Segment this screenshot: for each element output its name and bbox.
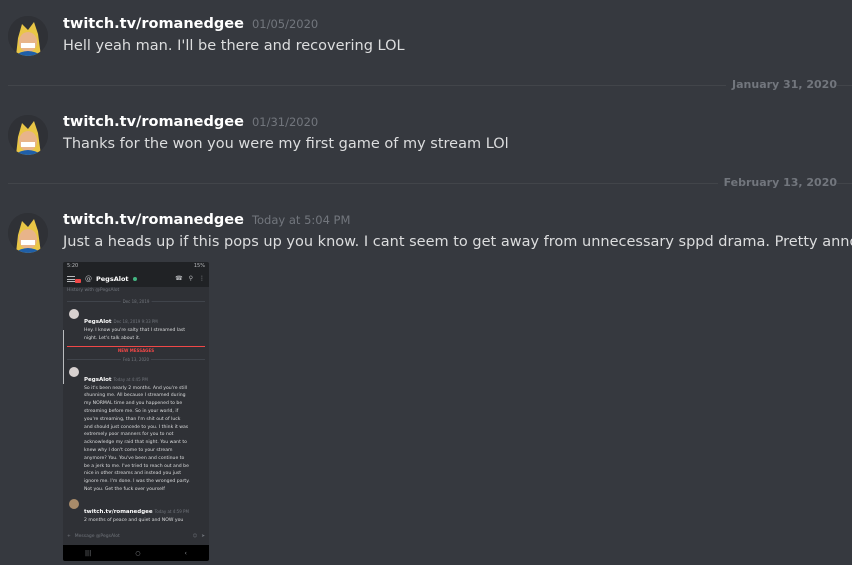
more-icon: ⋮ bbox=[199, 275, 205, 282]
notification-badge bbox=[75, 279, 81, 283]
emoji-icon: ☺ bbox=[192, 533, 198, 539]
message-text: Thanks for the won you were my first gam… bbox=[63, 136, 509, 152]
input-placeholder: Message @PegsAlot bbox=[74, 533, 120, 539]
history-text: History with @PegsAlot bbox=[67, 288, 120, 293]
phone-icon: ☎ bbox=[175, 275, 183, 282]
recents-icon: ||| bbox=[85, 549, 92, 557]
plus-icon: + bbox=[67, 533, 71, 539]
avatar bbox=[69, 366, 79, 377]
send-icon: ➤ bbox=[201, 533, 205, 539]
avatar[interactable] bbox=[8, 213, 48, 253]
username: PegsAlot bbox=[84, 376, 112, 383]
message-text: Just a heads up if this pops up you know… bbox=[63, 234, 852, 250]
message-text: 2 months of peace and quiet and NOW you bbox=[84, 517, 184, 523]
online-indicator bbox=[132, 276, 137, 281]
date-divider: Dec 18, 2019 bbox=[67, 298, 205, 305]
message: PegsAlot Dec 18, 2019 9:33 PM Hey. I know… bbox=[67, 308, 205, 343]
timestamp: 01/05/2020 bbox=[251, 17, 319, 31]
status-time: 5:20 bbox=[67, 263, 79, 269]
timestamp: Today at 4:45 PM bbox=[113, 376, 148, 382]
date-divider: January 31, 2020 bbox=[8, 77, 852, 93]
hamburger-icon bbox=[67, 275, 75, 282]
username[interactable]: twitch.tv/romanedgee Today at 5:04 PM bbox=[63, 212, 350, 228]
phone-nav-bar: ||| ○ ‹ bbox=[63, 545, 209, 561]
message: PegsAlot Today at 4:45 PM So it's been ne… bbox=[67, 366, 205, 494]
phone-status-bar: 5:20 15% bbox=[63, 262, 209, 270]
timestamp: Dec 18, 2019 9:33 PM bbox=[113, 319, 158, 324]
timestamp: Today at 5:04 PM bbox=[251, 213, 351, 227]
timestamp: 01/31/2020 bbox=[251, 115, 319, 129]
date-divider-label: Dec 18, 2019 bbox=[120, 299, 152, 304]
avatar bbox=[69, 309, 79, 319]
channel-name: PegsAlot bbox=[96, 274, 129, 283]
username: PegsAlot bbox=[84, 319, 112, 325]
at-icon: @ bbox=[85, 274, 92, 283]
date-divider-label: February 13, 2020 bbox=[717, 175, 837, 191]
message-text: Hell yeah man. I'll be there and recover… bbox=[63, 38, 405, 54]
unread-bar bbox=[63, 330, 64, 384]
message-text: So it's been nearly 2 months. And you're… bbox=[84, 385, 190, 492]
search-icon: ⚲ bbox=[188, 275, 193, 282]
image-attachment[interactable]: 5:20 15% @ PegsAlot ☎ ⚲ ⋮ History with @Pe… bbox=[63, 262, 209, 561]
home-icon: ○ bbox=[135, 549, 141, 557]
message: twitch.tv/romanedgee Today at 4:59 PM 2 m… bbox=[67, 498, 205, 525]
date-divider: February 13, 2020 bbox=[8, 175, 852, 191]
date-divider-label: January 31, 2020 bbox=[726, 77, 837, 93]
phone-header: @ PegsAlot ☎ ⚲ ⋮ bbox=[63, 270, 209, 287]
date-divider-label: Feb 13, 2020 bbox=[120, 356, 152, 362]
avatar[interactable] bbox=[8, 16, 48, 56]
message-input: + Message @PegsAlot ☺ ➤ bbox=[63, 531, 209, 541]
username[interactable]: twitch.tv/romanedgee 01/31/2020 bbox=[63, 114, 318, 130]
back-icon: ‹ bbox=[184, 549, 187, 557]
timestamp: Today at 4:59 PM bbox=[154, 508, 189, 514]
status-battery: 15% bbox=[193, 263, 205, 269]
username: twitch.tv/romanedgee bbox=[84, 508, 153, 515]
message-text: Hey. I know you're salty that I streamed… bbox=[84, 328, 186, 341]
date-divider: Feb 13, 2020 bbox=[67, 356, 205, 363]
username[interactable]: twitch.tv/romanedgee 01/05/2020 bbox=[63, 16, 318, 32]
avatar bbox=[69, 498, 79, 509]
phone-chat: History with @PegsAlot Dec 18, 2019 Pegs… bbox=[63, 288, 209, 544]
new-messages-label: NEW MESSAGES bbox=[67, 345, 205, 353]
avatar[interactable] bbox=[8, 115, 48, 155]
